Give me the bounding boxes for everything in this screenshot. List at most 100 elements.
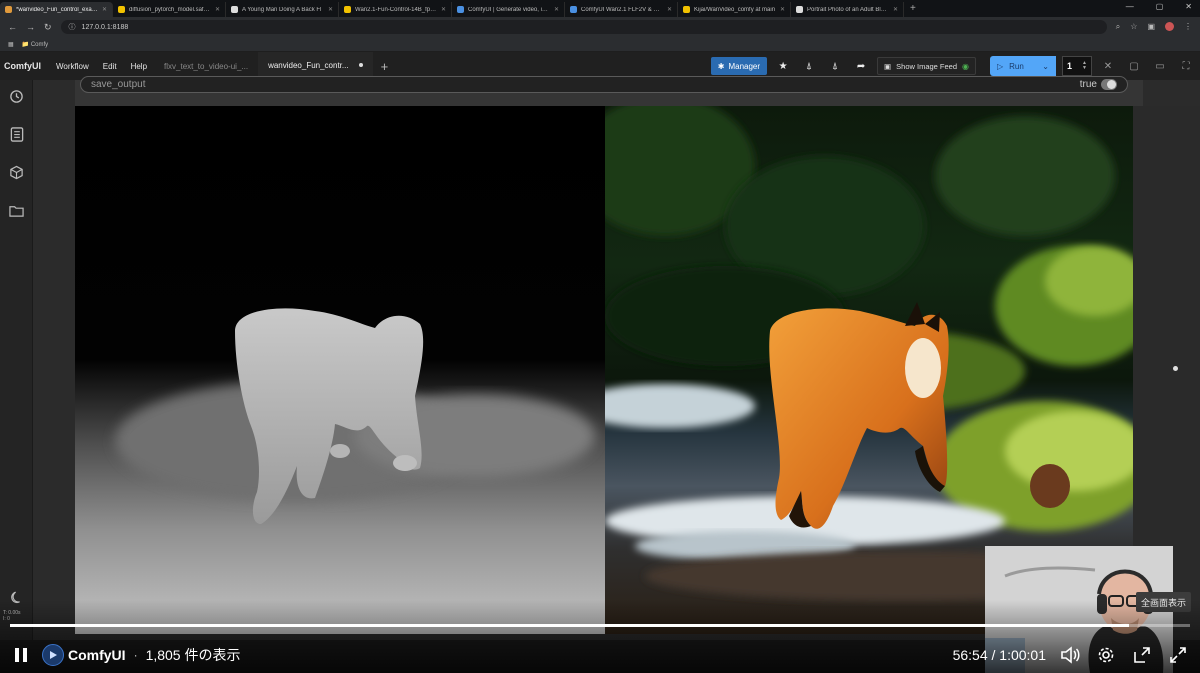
- browser-tab[interactable]: Kijai/WanVideo_comfy at main ✕: [678, 2, 791, 17]
- channel-name[interactable]: ComfyUI: [68, 647, 126, 663]
- volume-icon[interactable]: [1058, 643, 1082, 667]
- url-field[interactable]: ⓘ 127.0.0.1:8188: [60, 20, 1107, 34]
- menu-help[interactable]: Help: [124, 62, 154, 71]
- toggle-switch[interactable]: [1101, 79, 1117, 90]
- browser-tab[interactable]: diffusion_pytorch_model.safetens ✕: [113, 2, 226, 17]
- chevron-down-icon[interactable]: ⌄: [1042, 62, 1049, 71]
- browser-tab[interactable]: Wan2.1-Fun-Control-14B_fp8_e ✕: [339, 2, 452, 17]
- widget-value: true: [1079, 79, 1097, 90]
- bookmark-item[interactable]: 📁 Comfy: [22, 41, 48, 48]
- play-icon: ▷: [997, 61, 1004, 71]
- tab-favicon-icon: [5, 6, 12, 13]
- widget-label: save_output: [91, 79, 146, 90]
- star-icon[interactable]: ★: [773, 57, 793, 75]
- depth-map-preview: [75, 106, 605, 634]
- reload-icon[interactable]: ↻: [44, 22, 52, 33]
- run-button[interactable]: ▷ Run ⌄: [990, 56, 1056, 76]
- puzzle-icon: ✱: [717, 61, 725, 71]
- tab-favicon-icon: [796, 6, 803, 13]
- browser-tab[interactable]: *wanvideo_Fun_control_example ✕: [0, 2, 113, 17]
- show-image-feed-button[interactable]: ▣ Show Image Feed ◉: [877, 57, 976, 75]
- browser-tab[interactable]: Portrait Photo of an Adult Black ✕: [791, 2, 904, 17]
- browser-tab-title: Kijai/WanVideo_comfy at main: [694, 6, 776, 13]
- canvas-dot-icon: [1173, 366, 1178, 371]
- separator-dot: ·: [133, 647, 138, 662]
- panel-toggle-icon[interactable]: ▢: [1124, 57, 1144, 75]
- tab-favicon-icon: [344, 6, 351, 13]
- tab-close-icon[interactable]: ✕: [667, 6, 672, 13]
- workflow-tab-label: wanvideo_Fun_contr...: [268, 60, 349, 70]
- tab-favicon-icon: [118, 6, 125, 13]
- channel-avatar[interactable]: [42, 643, 64, 666]
- close-icon[interactable]: ✕: [1185, 2, 1192, 11]
- browser-tab-title: ComfyUI | Generate video, imag: [468, 6, 550, 13]
- manager-button[interactable]: ✱ Manager: [710, 57, 768, 75]
- model-a-icon[interactable]: ⍋: [799, 57, 819, 75]
- url-text: 127.0.0.1:8188: [81, 23, 129, 31]
- add-workflow-button[interactable]: +: [373, 59, 397, 74]
- model-b-icon[interactable]: ⍋: [825, 57, 845, 75]
- apps-icon[interactable]: ▦: [8, 41, 14, 48]
- unsaved-dot-icon: [358, 63, 363, 67]
- browser-tab-title: A Young Man Doing A Back Fl: [242, 6, 322, 13]
- browser-menu-icon[interactable]: ⋮: [1184, 22, 1192, 32]
- fullscreen-icon[interactable]: ⛶: [1176, 57, 1196, 75]
- settings-gear-icon[interactable]: [1094, 643, 1118, 667]
- fullscreen-expand-icon[interactable]: [1166, 643, 1190, 667]
- tab-close-icon[interactable]: ✕: [554, 6, 559, 13]
- theme-moon-icon[interactable]: [8, 588, 25, 605]
- new-tab-button[interactable]: +: [904, 3, 916, 14]
- browser-tab-title: Wan2.1-Fun-Control-14B_fp8_e: [355, 6, 437, 13]
- view-count: 1,805 件の表示: [145, 646, 241, 663]
- workflows-folder-icon[interactable]: [8, 202, 25, 219]
- back-icon[interactable]: ←: [8, 22, 17, 32]
- share-icon[interactable]: ➦: [851, 57, 871, 75]
- zoom-icon[interactable]: ⌕: [1116, 22, 1120, 32]
- browser-tab[interactable]: A Young Man Doing A Back Fl ✕: [226, 2, 339, 17]
- browser-tab[interactable]: ComfyUI | Generate video, imag ✕: [452, 2, 565, 17]
- video-progress-bar[interactable]: [10, 624, 1190, 627]
- bookmark-star-icon[interactable]: ☆: [1130, 22, 1137, 32]
- tab-favicon-icon: [457, 6, 464, 13]
- stepper-icon[interactable]: ▲ ▼: [1082, 61, 1087, 71]
- maximize-icon[interactable]: ▢: [1156, 2, 1164, 11]
- browser-tab-title: *wanvideo_Fun_control_example: [16, 6, 98, 13]
- menu-workflow[interactable]: Workflow: [49, 62, 96, 71]
- eye-icon: ◉: [962, 61, 969, 71]
- save-output-toggle[interactable]: save_output true: [80, 76, 1128, 93]
- fullscreen-tooltip: 全画面表示: [1136, 592, 1192, 612]
- tab-close-icon[interactable]: ✕: [441, 6, 446, 13]
- browser-tab-strip: *wanvideo_Fun_control_example ✕ diffusion_…: [0, 0, 1200, 17]
- miniplayer-icon[interactable]: [1130, 643, 1154, 667]
- tab-close-icon[interactable]: ✕: [215, 6, 220, 13]
- queue-list-icon[interactable]: [8, 126, 25, 143]
- address-bar: ← → ↻ ⓘ 127.0.0.1:8188 ⌕ ☆ ▣ ⋮: [0, 17, 1200, 37]
- history-icon[interactable]: [8, 88, 25, 105]
- site-info-icon[interactable]: ⓘ: [69, 22, 76, 32]
- left-sidebar: T: 0.00s I: 0: [0, 80, 33, 640]
- execution-stats: T: 0.00s I: 0: [3, 610, 21, 622]
- batch-count-input[interactable]: 1 ▲ ▼: [1062, 56, 1092, 76]
- playback-time: 56:54 / 1:00:01: [952, 646, 1046, 663]
- tab-close-icon[interactable]: ✕: [328, 6, 333, 13]
- browser-tab-title: ComfyUI Wan2.1 FLF2V & Wan: [581, 6, 663, 13]
- pause-button[interactable]: [10, 644, 32, 666]
- image-icon: ▣: [884, 61, 892, 71]
- tab-favicon-icon: [683, 6, 690, 13]
- menu-edit[interactable]: Edit: [96, 62, 124, 71]
- extensions-icon[interactable]: ▣: [1147, 22, 1155, 32]
- minimize-icon[interactable]: —: [1126, 2, 1134, 11]
- close-queue-icon[interactable]: ✕: [1098, 57, 1118, 75]
- browser-tab[interactable]: ComfyUI Wan2.1 FLF2V & Wan ✕: [565, 2, 678, 17]
- profile-avatar[interactable]: [1165, 22, 1174, 31]
- player-controls: ComfyUI · 1,805 件の表示 56:54 / 1:00:01: [0, 638, 1200, 671]
- comfy-logo: ComfyUI: [4, 61, 42, 71]
- tab-close-icon[interactable]: ✕: [780, 6, 785, 13]
- forward-icon[interactable]: →: [26, 22, 35, 32]
- model-library-icon[interactable]: [8, 164, 25, 181]
- tab-close-icon[interactable]: ✕: [893, 6, 898, 13]
- tab-favicon-icon: [231, 6, 238, 13]
- browser-tab-title: Portrait Photo of an Adult Black: [807, 6, 889, 13]
- tab-close-icon[interactable]: ✕: [102, 6, 107, 13]
- bottom-panel-icon[interactable]: ▭: [1150, 57, 1170, 75]
